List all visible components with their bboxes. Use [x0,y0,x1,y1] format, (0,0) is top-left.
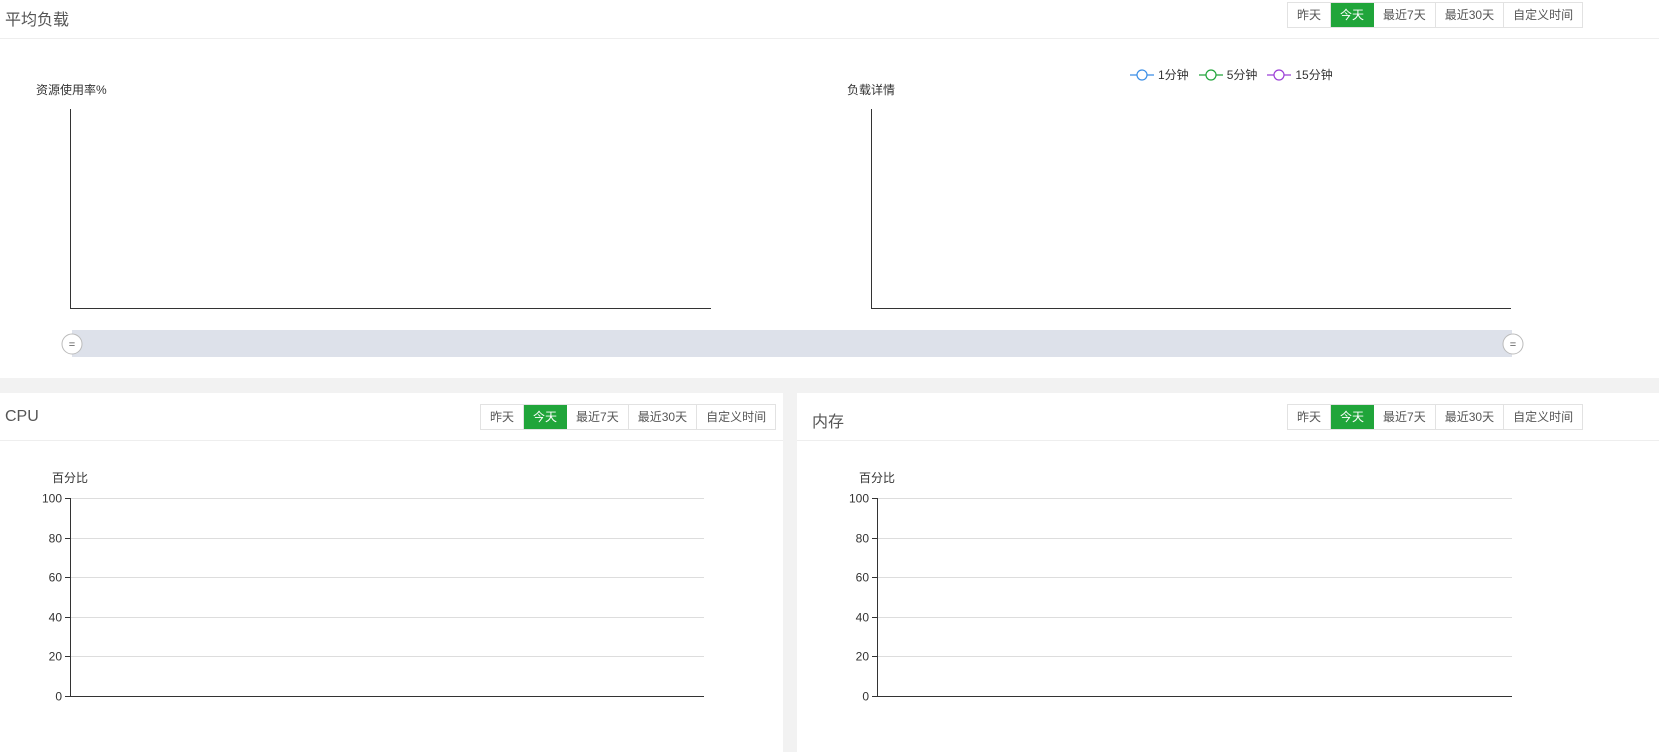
y-axis-label: 百分比 [52,471,88,485]
memory-chart: 百分比 100 80 60 40 20 0 [849,471,1512,704]
y-tick-label: 80 [856,532,870,546]
zoom-slider-track[interactable] [72,330,1512,357]
slider-handle-glyph: = [1510,339,1516,351]
y-tick-label: 20 [856,650,870,664]
y-tick-label: 60 [49,571,63,585]
right-chart-title: 负载详情 [847,82,895,97]
y-tick-label: 40 [49,611,63,625]
cpu-chart: 百分比 100 80 60 40 20 0 [42,471,704,704]
left-chart-title: 资源使用率% [36,82,107,97]
y-tick-label: 20 [49,650,63,664]
y-tick-label: 100 [849,492,869,506]
slider-handle-glyph: = [69,339,75,351]
y-tick-label: 100 [42,492,62,506]
memory-panel: 内存 昨天 今天 最近7天 最近30天 自定义时间 百分比 100 80 60 40 2… [797,393,1659,752]
zoom-slider-handle-left[interactable]: = [61,333,83,355]
y-tick-label: 0 [862,690,869,704]
y-axis-label: 百分比 [859,471,895,485]
cpu-panel: CPU 昨天 今天 最近7天 最近30天 自定义时间 百分比 100 80 60 40… [0,393,783,752]
y-tick-label: 40 [856,611,870,625]
zoom-slider-handle-right[interactable]: = [1502,333,1524,355]
y-tick-label: 0 [55,690,62,704]
load-panel: 平均负载 昨天 今天 最近7天 最近30天 自定义时间 1分钟 5分钟 15分钟… [0,0,1659,378]
load-charts: 资源使用率% 负载详情 = = [36,82,1524,357]
y-tick-label: 60 [856,571,870,585]
y-tick-label: 80 [49,532,63,546]
